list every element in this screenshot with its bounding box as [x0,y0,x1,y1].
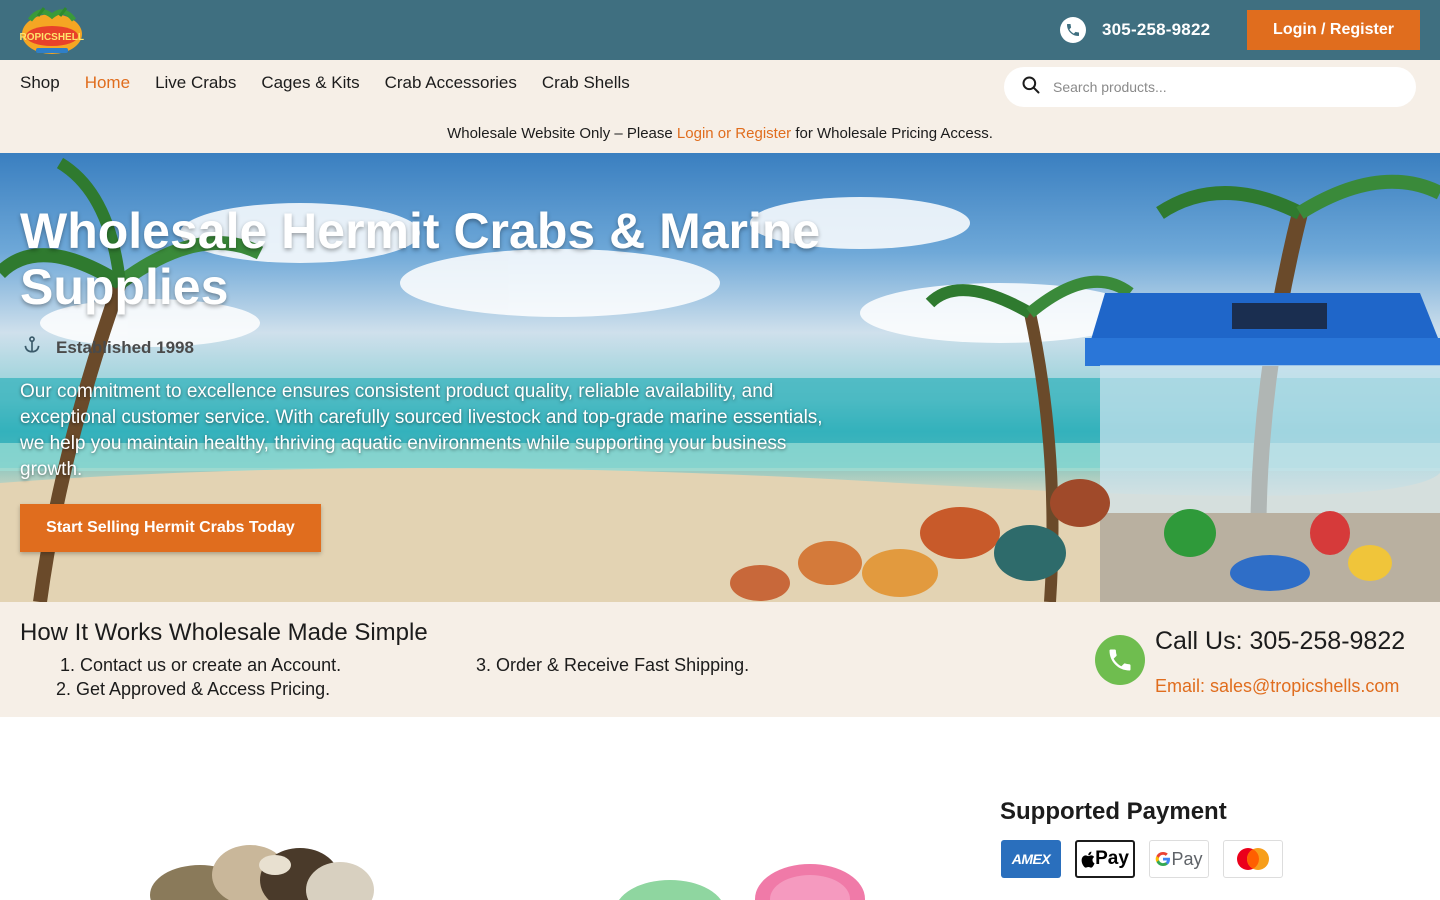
apple-pay-text: Pay [1095,848,1129,869]
email-link[interactable]: Email: sales@tropicshells.com [1155,676,1399,697]
nav-item-live-crabs[interactable]: Live Crabs [155,73,236,93]
call-phone-icon[interactable] [1095,635,1145,685]
hero-banner: Wholesale Hermit Crabs & Marine Supplies… [0,153,1440,602]
product-crab-huts-image[interactable] [600,857,870,900]
supported-payment-title: Supported Payment [1000,798,1227,825]
start-selling-button[interactable]: Start Selling Hermit Crabs Today [20,504,321,552]
lower-section: Supported Payment AMEX Pay Pay [0,717,1440,900]
apple-pay-icon: Pay [1075,840,1135,878]
product-shells-image[interactable] [140,835,390,900]
nav-item-home[interactable]: Home [85,73,130,93]
established-badge: Established 1998 [22,335,194,360]
hero-title: Wholesale Hermit Crabs & Marine Supplies [20,203,821,315]
how-it-works: How It Works Wholesale Made Simple 1. Co… [0,602,1440,717]
svg-text:TROPICSHELLS: TROPICSHELLS [20,32,84,43]
header-phone-number[interactable]: 305-258-9822 [1102,20,1210,40]
step-3: 3. Order & Receive Fast Shipping. [476,655,750,675]
how-title: How It Works Wholesale Made Simple [20,619,428,646]
amex-card-icon: AMEX [1001,840,1061,878]
top-bar: TROPICSHELLS 305-258-9822 Login / Regist… [0,0,1440,60]
search-box[interactable] [1004,67,1416,107]
main-nav: Shop Home Live Crabs Cages & Kits Crab A… [20,73,630,93]
step-2: 2. Get Approved & Access Pricing. [56,679,331,699]
nav-bar: Shop Home Live Crabs Cages & Kits Crab A… [0,60,1440,153]
site-logo[interactable]: TROPICSHELLS [13,6,91,56]
search-icon[interactable] [1021,75,1041,100]
call-us-text[interactable]: Call Us: 305-258-9822 [1155,627,1405,656]
mastercard-icon [1223,840,1283,878]
search-input[interactable] [1053,79,1383,95]
hero-description: Our commitment to excellence ensures con… [20,381,823,480]
established-text: Established 1998 [56,337,194,357]
google-logo-icon [1156,852,1171,866]
apple-logo-icon [1081,851,1095,868]
login-register-button[interactable]: Login / Register [1247,10,1420,50]
google-pay-icon: Pay [1149,840,1209,878]
anchor-icon [22,335,42,360]
nav-item-crab-accessories[interactable]: Crab Accessories [385,73,517,93]
nav-item-crab-shells[interactable]: Crab Shells [542,73,630,93]
phone-icon [1060,17,1086,43]
notice-suffix: for Wholesale Pricing Access. [791,125,993,142]
payment-methods: AMEX Pay Pay [1001,840,1283,878]
google-pay-text: Pay [1171,848,1203,869]
wholesale-notice: Wholesale Website Only – Please Login or… [0,125,1440,142]
nav-item-shop[interactable]: Shop [20,73,60,93]
notice-login-link[interactable]: Login or Register [677,125,791,142]
nav-item-cages-kits[interactable]: Cages & Kits [261,73,359,93]
header-phone[interactable]: 305-258-9822 [1060,17,1210,43]
notice-prefix: Wholesale Website Only – Please [447,125,677,142]
step-1: 1. Contact us or create an Account. [60,655,342,675]
